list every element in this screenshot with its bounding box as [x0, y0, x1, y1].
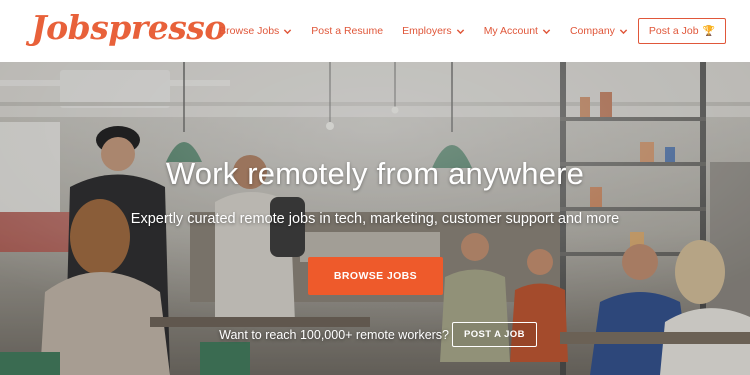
nav-browse-jobs[interactable]: Browse Jobs [219, 25, 292, 37]
chevron-down-icon [542, 28, 551, 34]
hero-subtitle: Expertly curated remote jobs in tech, ma… [130, 211, 620, 227]
nav-employers-label: Employers [402, 25, 452, 37]
nav-company-label: Company [569, 25, 615, 37]
site-logo[interactable]: Jobspresso [31, 6, 226, 50]
site-header: Jobspresso Browse Jobs Post a Resume Emp… [0, 0, 750, 62]
nav-my-account-label: My Account [483, 25, 538, 37]
reach-text: Want to reach 100,000+ remote workers? [219, 327, 450, 342]
hero-section: Work remotely from anywhere Expertly cur… [0, 62, 750, 375]
nav-browse-jobs-label: Browse Jobs [219, 25, 280, 37]
chevron-down-icon [619, 28, 628, 34]
hero-post-job-button[interactable]: POST A JOB [452, 322, 537, 347]
post-job-button[interactable]: Post a Job 🏆 [637, 18, 726, 44]
nav-post-resume-label: Post a Resume [311, 25, 384, 37]
nav-my-account[interactable]: My Account [484, 25, 551, 37]
main-nav: Browse Jobs Post a Resume Employers My A… [200, 0, 750, 62]
trophy-icon: 🏆 [702, 25, 715, 37]
nav-employers[interactable]: Employers [402, 25, 465, 37]
chevron-down-icon [284, 28, 292, 34]
employer-cta: Want to reach 100,000+ remote workers? P… [0, 322, 750, 347]
nav-company[interactable]: Company [570, 25, 628, 37]
post-job-label: Post a Job [648, 25, 699, 37]
hero-title: Work remotely from anywhere [165, 156, 585, 191]
browse-jobs-button[interactable]: BROWSE JOBS [308, 257, 443, 295]
chevron-down-icon [456, 28, 464, 34]
nav-post-resume[interactable]: Post a Resume [311, 25, 383, 37]
